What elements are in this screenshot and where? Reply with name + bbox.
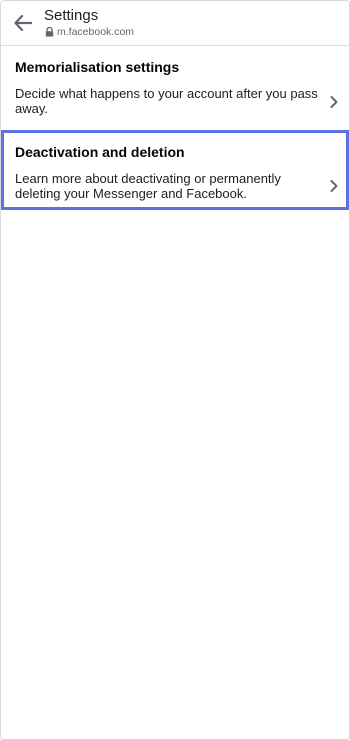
item-description: Decide what happens to your account afte… <box>15 86 318 116</box>
chevron-right-icon <box>330 96 338 108</box>
back-button[interactable] <box>9 9 37 37</box>
arrow-left-icon <box>14 15 32 31</box>
url-row: m.facebook.com <box>45 26 134 38</box>
chevron-right-icon <box>330 180 338 192</box>
screen-frame: Settings m.facebook.com Memorialisation … <box>0 0 350 740</box>
item-title: Deactivation and deletion <box>15 144 185 160</box>
url-text: m.facebook.com <box>57 26 135 38</box>
deactivation-and-deletion-item[interactable]: Deactivation and deletion Learn more abo… <box>1 130 349 210</box>
lock-icon <box>45 27 54 37</box>
item-title: Memorialisation settings <box>15 59 180 75</box>
item-description: Learn more about deactivating or permane… <box>15 171 281 201</box>
page-title: Settings <box>44 7 99 24</box>
top-bar: Settings m.facebook.com <box>1 1 349 46</box>
memorialisation-settings-item[interactable]: Memorialisation settings Decide what hap… <box>1 47 349 131</box>
